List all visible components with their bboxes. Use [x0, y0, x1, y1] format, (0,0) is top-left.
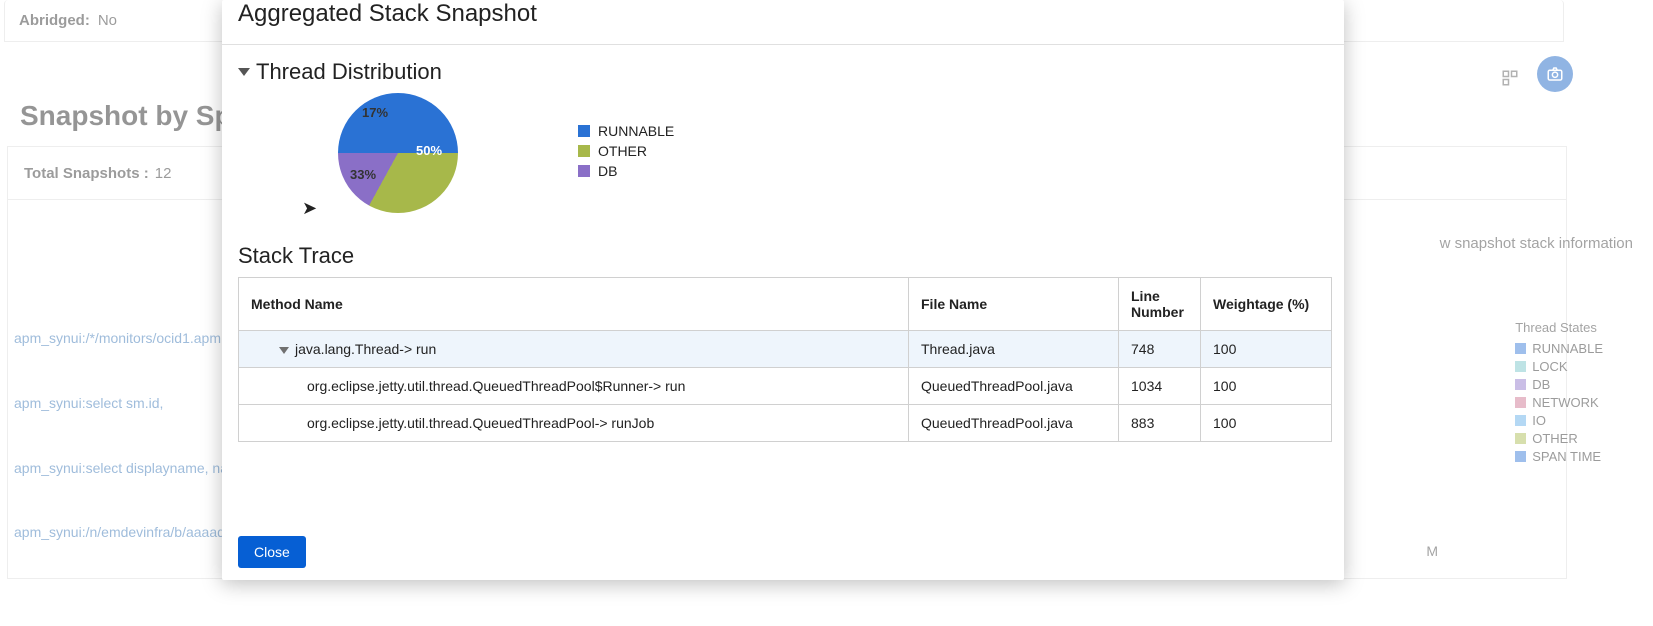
close-button[interactable]: Close — [238, 536, 306, 568]
legend-swatch — [578, 125, 590, 137]
line-number: 1034 — [1119, 368, 1201, 405]
stack-trace-table: Method Name File Name Line Number Weight… — [238, 277, 1332, 442]
pie-chart: 50% 33% 17% — [338, 93, 458, 213]
modal-title: Aggregated Stack Snapshot — [238, 0, 1328, 28]
method-name: java.lang.Thread-> run — [295, 341, 436, 357]
legend-label: OTHER — [598, 143, 647, 159]
col-file[interactable]: File Name — [909, 278, 1119, 331]
pie-slice-label: 17% — [362, 105, 388, 120]
weightage: 100 — [1201, 368, 1332, 405]
weightage: 100 — [1201, 331, 1332, 368]
legend-item[interactable]: DB — [578, 163, 674, 179]
pie-slice-label: 33% — [350, 167, 376, 182]
collapse-icon — [238, 68, 250, 76]
legend-item[interactable]: OTHER — [578, 143, 674, 159]
legend-label: DB — [598, 163, 617, 179]
weightage: 100 — [1201, 405, 1332, 442]
legend-swatch — [578, 145, 590, 157]
col-line[interactable]: Line Number — [1119, 278, 1201, 331]
method-name: org.eclipse.jetty.util.thread.QueuedThre… — [307, 415, 654, 431]
table-row[interactable]: org.eclipse.jetty.util.thread.QueuedThre… — [239, 405, 1332, 442]
file-name: QueuedThreadPool.java — [909, 368, 1119, 405]
line-number: 883 — [1119, 405, 1201, 442]
file-name: QueuedThreadPool.java — [909, 405, 1119, 442]
table-row[interactable]: org.eclipse.jetty.util.thread.QueuedThre… — [239, 368, 1332, 405]
aggregated-snapshot-modal: Aggregated Stack Snapshot Thread Distrib… — [222, 0, 1344, 580]
pie-legend: RUNNABLE OTHER DB — [578, 123, 674, 183]
pie-slice-label: 50% — [416, 143, 442, 158]
thread-distribution-chart: 50% 33% 17% RUNNABLE OTHER DB — [238, 93, 1328, 213]
stack-trace-title: Stack Trace — [238, 243, 354, 269]
stack-trace-header: Stack Trace — [238, 243, 1328, 269]
line-number: 748 — [1119, 331, 1201, 368]
legend-item[interactable]: RUNNABLE — [578, 123, 674, 139]
thread-distribution-title: Thread Distribution — [256, 59, 442, 85]
legend-swatch — [578, 165, 590, 177]
table-row[interactable]: java.lang.Thread-> run Thread.java748100 — [239, 331, 1332, 368]
file-name: Thread.java — [909, 331, 1119, 368]
thread-distribution-header[interactable]: Thread Distribution — [238, 59, 1328, 85]
col-weight[interactable]: Weightage (%) — [1201, 278, 1332, 331]
method-name: org.eclipse.jetty.util.thread.QueuedThre… — [307, 378, 685, 394]
col-method[interactable]: Method Name — [239, 278, 909, 331]
expand-icon[interactable] — [279, 347, 289, 354]
legend-label: RUNNABLE — [598, 123, 674, 139]
